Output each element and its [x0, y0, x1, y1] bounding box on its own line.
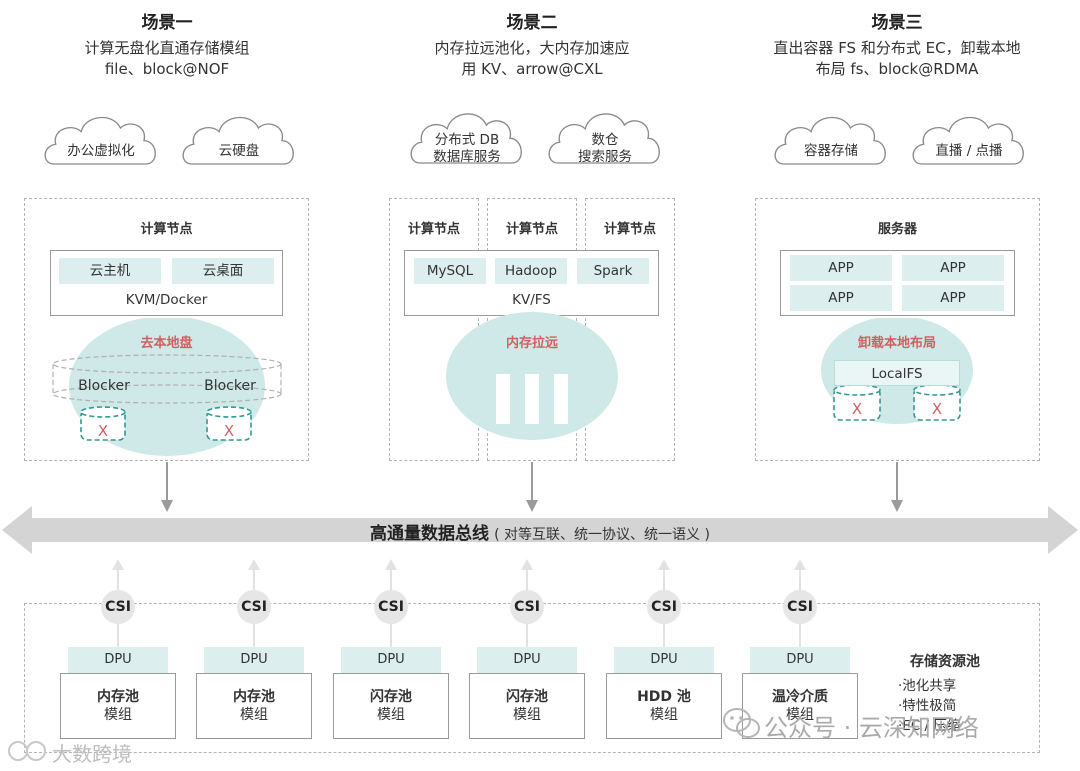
scene2-app-hadoop: Hadoop [495, 258, 567, 284]
storage-pool-title: 存储资源池 [910, 654, 980, 670]
module-name: HDD 池 [637, 689, 691, 705]
module-name: 内存池 [233, 689, 275, 705]
scene1-vm-cloud-desktop: 云桌面 [172, 258, 274, 284]
data-bus-title: 高通量数据总线 [370, 524, 490, 544]
module-name: 温冷介质 [772, 689, 828, 705]
dpu-block: DPU [204, 647, 304, 673]
clouds-layer [44, 113, 1024, 165]
memory-bars-icon [496, 374, 568, 424]
storage-module-flash-pool-1: 闪存池 模组 [333, 673, 449, 739]
x-mark-icon: X [851, 400, 863, 418]
storage-module-hdd-pool: HDD 池 模组 [606, 673, 722, 739]
scene2-node-title-1: 计算节点 [407, 222, 460, 237]
scene2-kvfs: KV/FS [512, 292, 551, 308]
data-bus-detail: ( 对等互联、统一协议、统一语义 ) [494, 527, 710, 543]
watermark-right: 公众号 · 云深知网络 [764, 714, 979, 742]
module-sub: 模组 [104, 707, 132, 723]
cloud-label-live-vod: 直播 / 点播 [935, 143, 1003, 159]
storage-module-memory-pool-1: 内存池 模组 [60, 673, 176, 739]
module-sub: 模组 [513, 707, 541, 723]
module-sub: 模组 [650, 707, 678, 723]
scene3-app-3: APP [790, 285, 892, 311]
storage-module-memory-pool-2: 内存池 模组 [196, 673, 312, 739]
x-mark-icon: X [931, 400, 943, 418]
pool-feature: ·池化共享 [898, 678, 957, 694]
cloud-label-office-virtualization: 办公虚拟化 [67, 143, 135, 159]
csi-badge: CSI [374, 590, 408, 624]
scene2-node-title-3: 计算节点 [603, 222, 656, 237]
cloud-label-line: 数据库服务 [433, 149, 501, 165]
scene3-app-4: APP [902, 285, 1004, 311]
module-sub: 模组 [377, 707, 405, 723]
scene2-app-spark: Spark [577, 258, 649, 284]
x-mark-icon: X [97, 422, 109, 440]
scene1-hypervisor: KVM/Docker [125, 292, 208, 308]
csi-badge: CSI [647, 590, 681, 624]
module-sub: 模组 [240, 707, 268, 723]
watermark-logo-icon [8, 741, 46, 761]
scene1-label-remove-local-disk: 去本地盘 [140, 336, 193, 351]
csi-badge: CSI [510, 590, 544, 624]
dpu-block: DPU [614, 647, 714, 673]
x-mark-icon: X [223, 422, 235, 440]
cloud-label-line: 数仓 [591, 132, 619, 148]
module-name: 内存池 [97, 689, 139, 705]
cloud-label-cloud-disk: 云硬盘 [218, 143, 260, 159]
scene3-app-1: APP [790, 255, 892, 281]
cloud-label-data-warehouse: 数仓 搜索服务 [546, 132, 664, 166]
dpu-block: DPU [341, 647, 441, 673]
scene1-vm-cloud-host: 云主机 [59, 258, 161, 284]
scene1-blocker-left: Blocker [78, 378, 130, 394]
csi-badge: CSI [783, 590, 817, 624]
wechat-icon [723, 708, 760, 738]
scene2-label-memory-remote: 内存拉远 [505, 336, 558, 351]
module-name: 闪存池 [370, 689, 412, 705]
storage-module-flash-pool-2: 闪存池 模组 [469, 673, 585, 739]
watermark-left: 大数跨境 [52, 742, 132, 766]
dpu-block: DPU [750, 647, 850, 673]
dpu-block: DPU [477, 647, 577, 673]
data-bus-label: 高通量数据总线 ( 对等互联、统一协议、统一语义 ) [0, 519, 1080, 544]
scene1-node-title: 计算节点 [140, 222, 193, 237]
cloud-label-line: 分布式 DB [434, 132, 500, 148]
scene2-node-title-2: 计算节点 [505, 222, 558, 237]
cloud-label-line: 搜索服务 [578, 149, 632, 165]
scene3-app-2: APP [902, 255, 1004, 281]
scene3-localfs: LocalFS [834, 360, 960, 386]
dpu-block: DPU [68, 647, 168, 673]
cloud-label-container-storage: 容器存储 [804, 143, 858, 159]
scene3-label-offload-local-layout: 卸载本地布局 [857, 336, 936, 351]
csi-badge: CSI [237, 590, 271, 624]
csi-badge: CSI [101, 590, 135, 624]
scene2-app-mysql: MySQL [414, 258, 486, 284]
cloud-label-distributed-db: 分布式 DB 数据库服务 [408, 132, 526, 166]
scene3-node-title: 服务器 [877, 222, 917, 237]
scene1-blocker-right: Blocker [204, 378, 256, 394]
module-name: 闪存池 [506, 689, 548, 705]
